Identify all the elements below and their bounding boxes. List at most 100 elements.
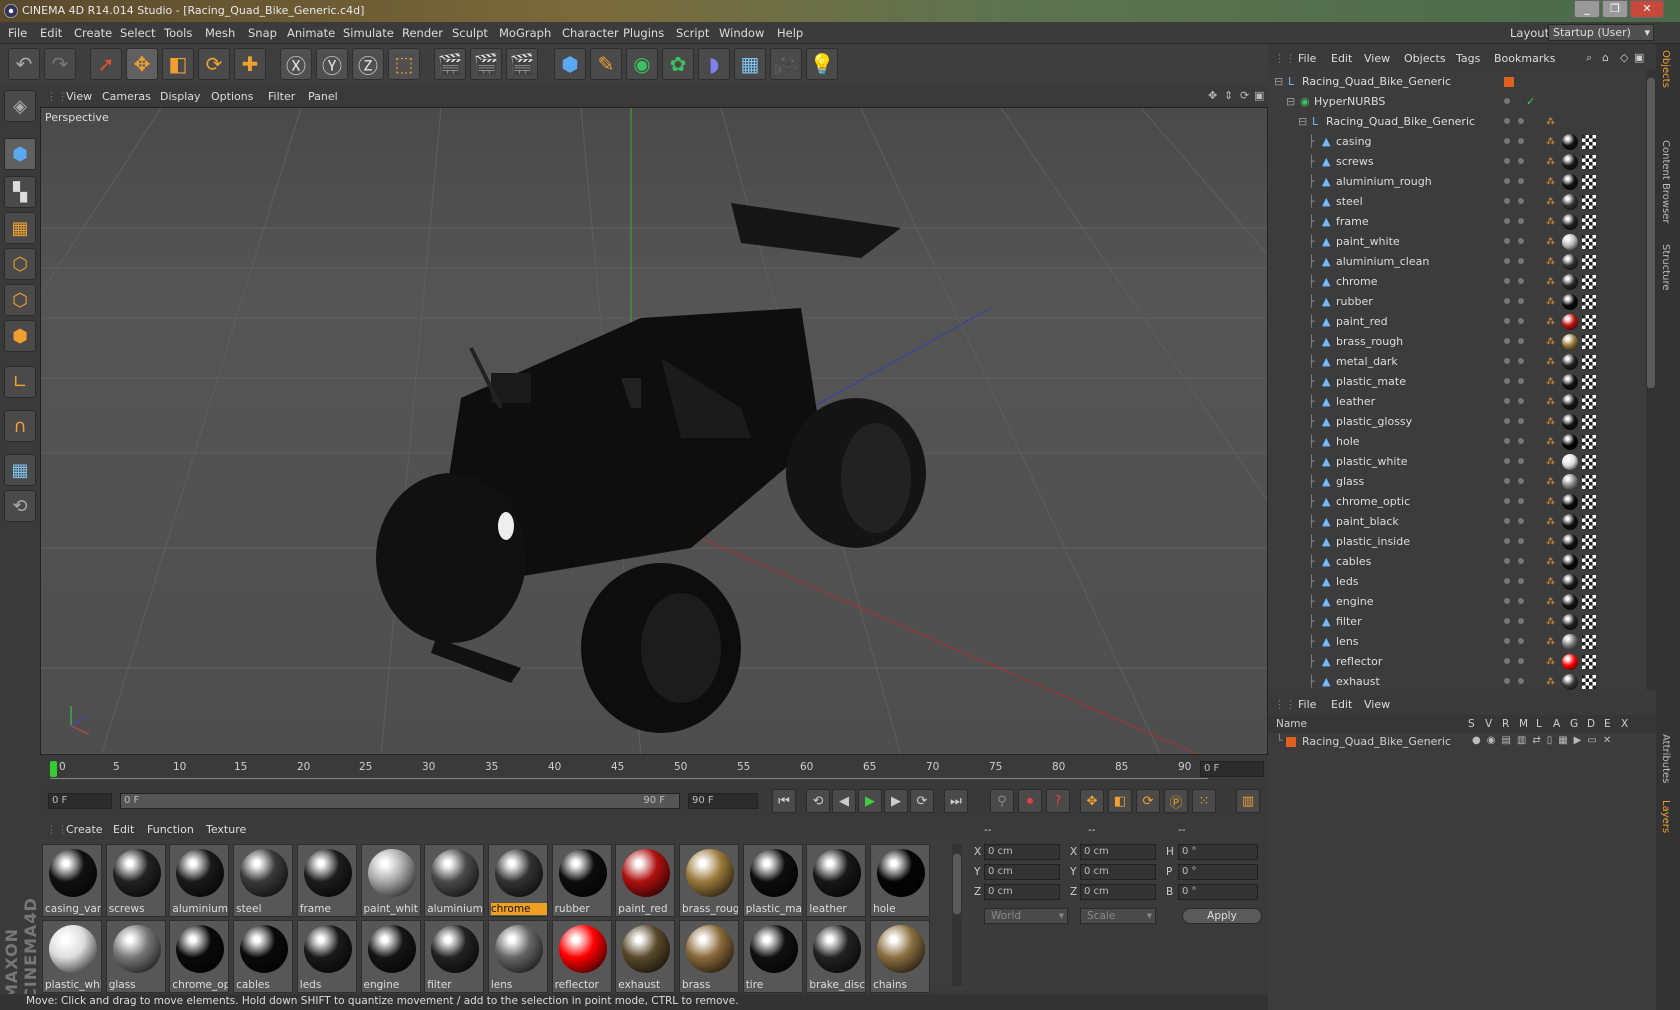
texture-tag-checker-icon[interactable] <box>1582 215 1596 229</box>
phong-tag-icon[interactable]: ⁂ <box>1546 497 1555 507</box>
layer-column-header[interactable]: S <box>1468 718 1475 730</box>
phong-tag-icon[interactable]: ⁂ <box>1546 297 1555 307</box>
render-visibility-dot[interactable] <box>1518 118 1524 124</box>
cube-button[interactable]: ⬢ <box>554 48 586 80</box>
polygons-mode-button[interactable]: ⬢ <box>4 320 36 352</box>
phong-tag-icon[interactable]: ⁂ <box>1546 177 1555 187</box>
texture-tag-checker-icon[interactable] <box>1582 395 1596 409</box>
object-scroll-thumb[interactable] <box>1647 78 1655 388</box>
texture-tag-checker-icon[interactable] <box>1582 615 1596 629</box>
phong-tag-icon[interactable]: ⁂ <box>1546 577 1555 587</box>
locked-workplane-button[interactable]: ⟲ <box>4 490 36 522</box>
tree-row-object[interactable]: ├ ▲ leds ⁂ <box>1268 572 1646 592</box>
phong-tag-icon[interactable]: ⁂ <box>1546 597 1555 607</box>
tree-row-object[interactable]: ├ ▲ chrome ⁂ <box>1268 272 1646 292</box>
render-visibility-dot[interactable] <box>1518 538 1524 544</box>
material-swatch[interactable]: reflector <box>551 920 612 993</box>
render-visibility-dot[interactable] <box>1518 238 1524 244</box>
tree-row-object[interactable]: ├ ▲ screws ⁂ <box>1268 152 1646 172</box>
menu-plugins[interactable]: Plugins <box>623 26 664 40</box>
tree-row-object[interactable]: ├ ▲ aluminium_clean ⁂ <box>1268 252 1646 272</box>
timeline-ruler[interactable]: 0 5 10 15 20 25 30 35 40 45 50 55 60 65 … <box>40 755 1268 785</box>
render-visibility-dot[interactable] <box>1518 338 1524 344</box>
texture-tag-checker-icon[interactable] <box>1582 375 1596 389</box>
viewport-menu-panel[interactable]: Panel <box>308 90 338 103</box>
texture-tag-checker-icon[interactable] <box>1582 555 1596 569</box>
tree-row-object[interactable]: ├ ▲ cables ⁂ <box>1268 552 1646 572</box>
editor-visibility-dot[interactable] <box>1504 438 1510 444</box>
tree-row-object[interactable]: ├ ▲ filter ⁂ <box>1268 612 1646 632</box>
texture-tag-checker-icon[interactable] <box>1582 235 1596 249</box>
editor-visibility-dot[interactable] <box>1504 238 1510 244</box>
menu-snap[interactable]: Snap <box>248 26 277 40</box>
editor-visibility-dot[interactable] <box>1504 678 1510 684</box>
layer-color-swatch[interactable] <box>1286 737 1296 747</box>
menu-window[interactable]: Window <box>719 26 764 40</box>
layer-column-header[interactable]: M <box>1519 718 1528 730</box>
texture-tag-checker-icon[interactable] <box>1582 275 1596 289</box>
phong-tag-icon[interactable]: ⁂ <box>1546 277 1555 287</box>
material-tag-icon[interactable] <box>1562 654 1578 670</box>
phong-tag-icon[interactable]: ⁂ <box>1546 397 1555 407</box>
phong-tag-icon[interactable]: ⁂ <box>1546 117 1555 127</box>
render-visibility-dot[interactable] <box>1518 558 1524 564</box>
points-mode-button[interactable]: ⬡ <box>4 248 36 280</box>
render-visibility-dot[interactable] <box>1518 418 1524 424</box>
render-visibility-dot[interactable] <box>1518 638 1524 644</box>
material-tag-icon[interactable] <box>1562 494 1578 510</box>
menu-file[interactable]: File <box>8 26 27 40</box>
tree-row-object[interactable]: ├ ▲ frame ⁂ <box>1268 212 1646 232</box>
texture-tag-checker-icon[interactable] <box>1582 635 1596 649</box>
tree-row-object[interactable]: ├ ▲ reflector ⁂ <box>1268 652 1646 672</box>
texture-tag-checker-icon[interactable] <box>1582 675 1596 689</box>
material-swatch[interactable]: leds <box>296 920 357 993</box>
menu-sculpt[interactable]: Sculpt <box>452 26 488 40</box>
tree-row-object[interactable]: ├ ▲ plastic_white ⁂ <box>1268 452 1646 472</box>
material-tag-icon[interactable] <box>1562 614 1578 630</box>
phong-tag-icon[interactable]: ⁂ <box>1546 437 1555 447</box>
editor-visibility-dot[interactable] <box>1504 258 1510 264</box>
tree-row-object[interactable]: ├ ▲ exhaust ⁂ <box>1268 672 1646 690</box>
render-view-button[interactable]: 🎬 <box>434 48 466 80</box>
material-tag-icon[interactable] <box>1562 574 1578 590</box>
phong-tag-icon[interactable]: ⁂ <box>1546 677 1555 687</box>
phong-tag-icon[interactable]: ⁂ <box>1546 617 1555 627</box>
floor-button[interactable]: ▦ <box>734 48 766 80</box>
record-pla-button[interactable]: ⁙ <box>1192 789 1216 813</box>
workplane-mode-button[interactable]: ▦ <box>4 212 36 244</box>
viewport-move-icon[interactable]: ✥ <box>1208 89 1217 102</box>
material-tag-icon[interactable] <box>1562 674 1578 690</box>
tree-row-hypernurbs[interactable]: ⊟ ◉ HyperNURBS ✓ <box>1268 92 1646 112</box>
phong-tag-icon[interactable]: ⁂ <box>1546 457 1555 467</box>
objects-menu-view[interactable]: View <box>1364 52 1390 65</box>
tab-layers[interactable]: Layers <box>1660 800 1671 833</box>
camera-button[interactable]: 🎥 <box>770 48 802 80</box>
viewport-menu-view[interactable]: View <box>66 90 92 103</box>
editor-visibility-dot[interactable] <box>1504 418 1510 424</box>
light-button[interactable]: 💡 <box>806 48 838 80</box>
frame-range-slider[interactable]: 0 F 90 F <box>120 793 680 809</box>
editor-visibility-dot[interactable] <box>1504 358 1510 364</box>
phong-tag-icon[interactable]: ⁂ <box>1546 137 1555 147</box>
render-visibility-dot[interactable] <box>1518 578 1524 584</box>
texture-tag-checker-icon[interactable] <box>1582 255 1596 269</box>
viewport-zoom-icon[interactable]: ⇕ <box>1224 89 1233 102</box>
editor-visibility-dot[interactable] <box>1504 638 1510 644</box>
editor-visibility-dot[interactable] <box>1504 598 1510 604</box>
timeline-track[interactable] <box>50 759 1208 779</box>
layer-column-header[interactable]: V <box>1485 718 1492 730</box>
texture-tag-checker-icon[interactable] <box>1582 515 1596 529</box>
tab-content-browser[interactable]: Content Browser <box>1660 140 1671 223</box>
texture-tag-checker-icon[interactable] <box>1582 155 1596 169</box>
end-frame-field[interactable]: 90 F <box>688 793 758 809</box>
make-editable-button[interactable]: ◈ <box>4 90 36 122</box>
material-swatch[interactable]: filter <box>424 920 485 993</box>
render-visibility-dot[interactable] <box>1518 458 1524 464</box>
material-menu-edit[interactable]: Edit <box>113 823 134 836</box>
material-swatch[interactable]: chrome_opt <box>169 920 230 993</box>
tree-row-object[interactable]: ├ ▲ metal_dark ⁂ <box>1268 352 1646 372</box>
render-visibility-dot[interactable] <box>1518 498 1524 504</box>
coordinate-system-button[interactable]: ⬚ <box>388 48 420 80</box>
texture-tag-checker-icon[interactable] <box>1582 175 1596 189</box>
go-to-start-button[interactable]: ⏮ <box>772 789 796 813</box>
